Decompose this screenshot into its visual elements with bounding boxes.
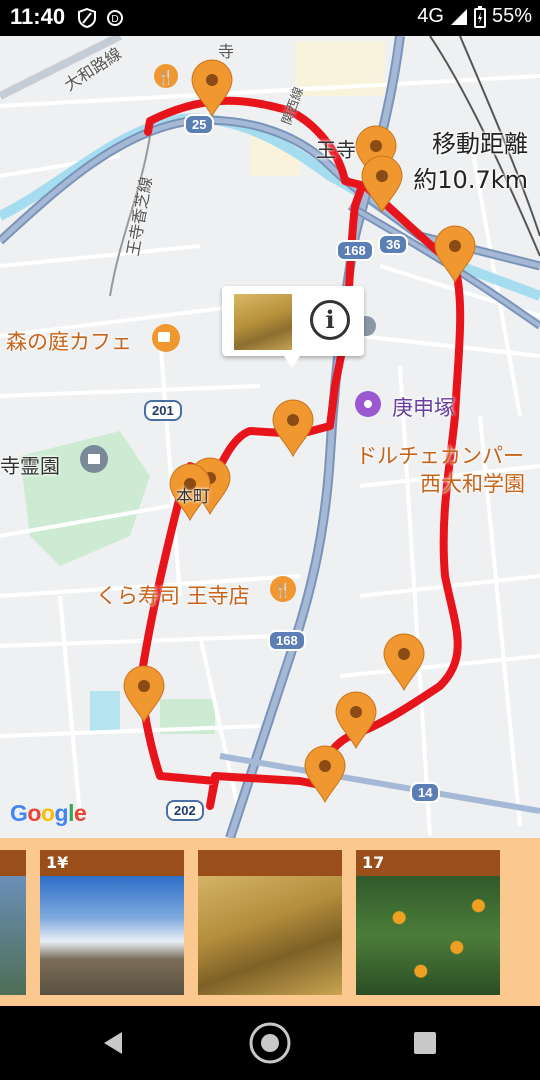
label-honmachi: 本町 [176,487,210,507]
photo-marker-dot [449,240,461,252]
google-letter: g [54,800,69,826]
photo-card-label [0,850,26,876]
photo-card-label [198,850,342,876]
label-temple-top: 寺 [218,42,235,61]
photo-marker[interactable] [272,399,314,458]
label-cemetery: 寺霊園 [0,454,60,478]
restaurant-glyph: 🍴 [157,69,174,86]
google-logo: Google [10,800,87,827]
cup-glyph [158,332,170,342]
back-icon[interactable] [90,1020,136,1066]
status-bar: 11:40 D 4G 55% [0,0,540,36]
photo-card-image[interactable] [0,876,26,995]
photo-marker-dot [319,760,331,772]
photo-marker-dot [398,648,410,660]
google-letter: e [73,800,87,826]
photo-marker-dot [370,140,382,152]
photo-info-popup[interactable]: i [222,286,364,368]
distance-value: 約10.7km [413,166,528,194]
landmark-glyph [364,400,372,408]
battery-icon [473,5,486,28]
info-icon[interactable]: i [310,300,350,340]
photo-card[interactable] [198,850,342,995]
photo-card-label: 1¥ [40,850,184,876]
road-badge-168: 168 [336,240,374,261]
google-letter: o [40,800,55,826]
svg-text:D: D [111,14,118,25]
recents-icon[interactable] [402,1020,448,1066]
cemetery-glyph [88,454,100,464]
label-nishi-yamato: 西大和学園 [420,472,525,496]
distance-title: 移動距離 [432,130,528,158]
photo-card-image[interactable] [356,876,500,995]
photo-card-image[interactable] [198,876,342,995]
label-koshinzuka: 庚申塚 [392,396,455,420]
label-mori-cafe: 森の庭カフェ [6,330,132,354]
popup-photo-thumbnail[interactable] [234,294,292,350]
road-badge-201: 201 [144,400,182,421]
highway-14 [219,753,540,814]
restaurant-glyph: 🍴 [274,582,291,599]
photo-card[interactable]: 17 [356,850,500,995]
data-saver-icon: D [107,10,123,26]
photo-marker-dot [138,680,150,692]
road-badge-168-south: 168 [268,630,306,651]
photo-card[interactable] [0,850,26,995]
road-badge-202: 202 [166,800,204,821]
distance-overlay: 移動距離 約10.7km [413,126,528,198]
label-oji: 王寺 [316,138,356,162]
photo-marker[interactable] [123,665,165,724]
status-time: 11:40 [10,4,66,29]
photo-card[interactable]: 1¥ [40,850,184,995]
network-type: 4G [417,5,444,27]
google-letter: G [10,800,28,826]
photo-card-label: 17 [356,850,500,876]
road-badge-14: 14 [410,782,441,803]
label-kura-sushi: くら寿司 王寺店 [96,584,250,608]
google-letter: o [27,800,41,826]
photo-strip[interactable]: 1¥ 17 [0,838,540,1006]
photo-marker-dot [287,414,299,426]
status-right: 4G 55% [417,5,532,28]
photo-marker-dot [206,74,218,86]
road-badge-25: 25 [184,114,215,135]
home-icon[interactable] [247,1020,293,1066]
photo-marker[interactable] [383,633,425,692]
photo-marker-dot [376,170,388,182]
shield-icon [78,7,96,29]
photo-marker[interactable] [304,745,346,804]
photo-card-image[interactable] [40,876,184,995]
navigation-bar [0,1006,540,1080]
photo-marker-dot [350,706,362,718]
signal-icon [450,8,467,25]
road-badge-36: 36 [378,234,409,255]
battery-percent: 55% [491,5,532,27]
map-view[interactable]: 🍴 🍴 大和路線 寺 関西線 王寺香芝線 王寺 森の庭カフェ 庚申塚 ドルチェカ… [0,36,540,838]
pond-area [90,691,120,731]
label-dolce: ドルチェカンパー [356,444,524,468]
